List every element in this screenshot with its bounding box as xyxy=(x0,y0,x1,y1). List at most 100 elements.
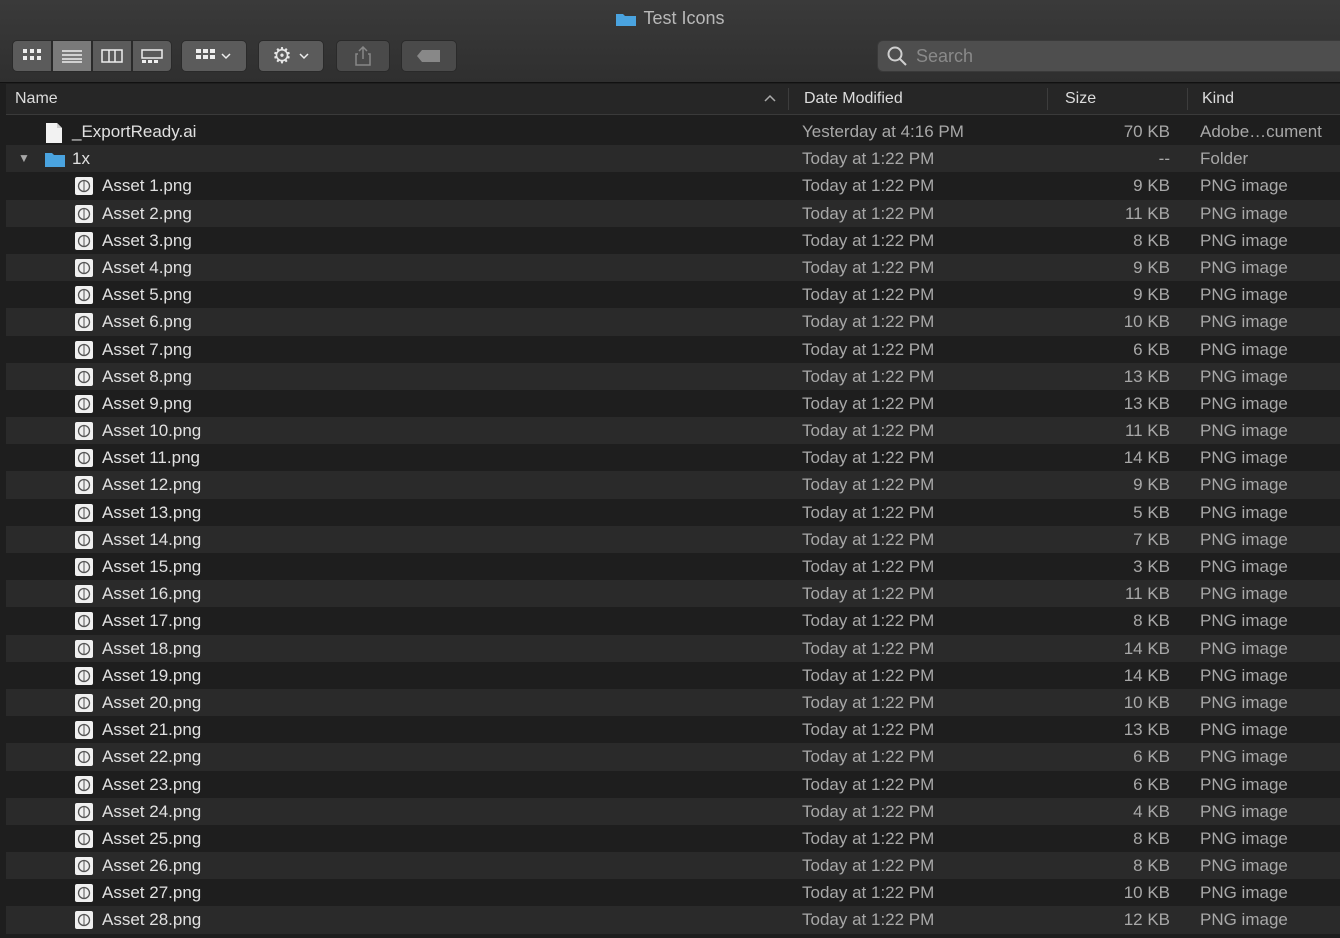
file-size: 7 KB xyxy=(1133,529,1170,549)
column-date-header[interactable]: Date Modified xyxy=(804,90,903,108)
file-size: 8 KB xyxy=(1133,230,1170,250)
file-date-modified: Today at 1:22 PM xyxy=(802,257,935,277)
file-name: Asset 14.png xyxy=(102,529,202,549)
file-name: Asset 25.png xyxy=(102,828,202,848)
list-view-button[interactable] xyxy=(52,40,92,72)
file-row[interactable]: Asset 19.png Today at 1:22 PM 14 KB PNG ima… xyxy=(6,662,1340,689)
file-kind: PNG image xyxy=(1200,339,1288,359)
file-name: Asset 13.png xyxy=(102,502,202,522)
search-field[interactable] xyxy=(877,40,1340,72)
file-kind: PNG image xyxy=(1200,393,1288,413)
file-size: 8 KB xyxy=(1133,611,1170,631)
file-row[interactable]: Asset 5.png Today at 1:22 PM 9 KB PNG image xyxy=(6,281,1340,308)
gallery-icon xyxy=(141,49,163,63)
file-name: Asset 10.png xyxy=(102,421,202,441)
file-kind: PNG image xyxy=(1200,611,1288,631)
column-name-header[interactable]: Name xyxy=(15,90,58,108)
group-by-button[interactable] xyxy=(181,40,247,72)
file-size: 13 KB xyxy=(1123,366,1170,386)
group-grid-icon xyxy=(196,49,231,60)
gear-icon: ⚙ xyxy=(272,43,292,68)
file-row[interactable]: Asset 28.png Today at 1:22 PM 12 KB PNG ima… xyxy=(6,906,1340,934)
file-row[interactable]: Asset 11.png Today at 1:22 PM 14 KB PNG ima… xyxy=(6,444,1340,471)
column-separator[interactable] xyxy=(788,88,789,110)
icon-view-button[interactable] xyxy=(12,40,52,72)
file-row[interactable]: _ExportReady.ai Yesterday at 4:16 PM 70 KB… xyxy=(6,118,1340,145)
file-row[interactable]: Asset 13.png Today at 1:22 PM 5 KB PNG imag… xyxy=(6,499,1340,526)
file-row[interactable]: Asset 3.png Today at 1:22 PM 8 KB PNG image xyxy=(6,227,1340,254)
file-name: Asset 22.png xyxy=(102,747,202,767)
file-kind: PNG image xyxy=(1200,366,1288,386)
file-row[interactable]: Asset 6.png Today at 1:22 PM 10 KB PNG imag… xyxy=(6,308,1340,336)
file-row[interactable]: Asset 1.png Today at 1:22 PM 9 KB PNG image xyxy=(6,172,1340,199)
file-name: Asset 27.png xyxy=(102,883,202,903)
share-button[interactable] xyxy=(336,40,390,72)
file-row[interactable]: Asset 12.png Today at 1:22 PM 9 KB PNG imag… xyxy=(6,471,1340,499)
file-date-modified: Today at 1:22 PM xyxy=(802,421,935,441)
file-name: Asset 4.png xyxy=(102,257,192,277)
file-date-modified: Today at 1:22 PM xyxy=(802,557,935,576)
column-separator[interactable] xyxy=(1047,88,1048,110)
file-date-modified: Today at 1:22 PM xyxy=(802,665,935,685)
file-date-modified: Yesterday at 4:16 PM xyxy=(802,122,964,141)
file-row[interactable]: Asset 8.png Today at 1:22 PM 13 KB PNG imag… xyxy=(6,362,1340,390)
tags-button[interactable] xyxy=(401,40,457,72)
file-row[interactable]: Asset 25.png Today at 1:22 PM 8 KB PNG imag… xyxy=(6,825,1340,852)
file-row[interactable]: Asset 2.png Today at 1:22 PM 11 KB PNG imag… xyxy=(6,199,1340,227)
file-date-modified: Today at 1:22 PM xyxy=(802,312,935,332)
file-name: Asset 12.png xyxy=(102,475,202,495)
file-kind: PNG image xyxy=(1200,828,1288,848)
file-kind: PNG image xyxy=(1200,856,1288,876)
file-kind: PNG image xyxy=(1200,665,1288,685)
window-title: Test Icons xyxy=(0,8,1340,32)
file-row[interactable]: Asset 22.png Today at 1:22 PM 6 KB PNG imag… xyxy=(6,743,1340,771)
file-date-modified: Today at 1:22 PM xyxy=(802,611,935,631)
file-row[interactable]: Asset 27.png Today at 1:22 PM 10 KB PNG ima… xyxy=(6,879,1340,906)
file-size: 5 KB xyxy=(1133,502,1170,522)
column-size-header[interactable]: Size xyxy=(1065,90,1096,108)
file-row[interactable]: Asset 17.png Today at 1:22 PM 8 KB PNG imag… xyxy=(6,607,1340,634)
file-name: Asset 7.png xyxy=(102,339,192,359)
file-name: Asset 18.png xyxy=(102,638,202,658)
file-date-modified: Today at 1:22 PM xyxy=(802,828,935,848)
window-title-text: Test Icons xyxy=(643,8,725,28)
file-kind: PNG image xyxy=(1200,176,1288,196)
column-kind-header[interactable]: Kind xyxy=(1202,90,1234,108)
file-size: 10 KB xyxy=(1123,692,1170,712)
file-row[interactable]: Asset 21.png Today at 1:22 PM 13 KB PNG ima… xyxy=(6,716,1340,743)
file-row[interactable]: Asset 16.png Today at 1:22 PM 11 KB PNG ima… xyxy=(6,580,1340,608)
search-input[interactable] xyxy=(914,44,1318,68)
file-date-modified: Today at 1:22 PM xyxy=(802,883,935,903)
column-view-button[interactable] xyxy=(92,40,132,72)
file-row[interactable]: Asset 26.png Today at 1:22 PM 8 KB PNG imag… xyxy=(6,852,1340,880)
file-row[interactable]: Asset 18.png Today at 1:22 PM 14 KB PNG ima… xyxy=(6,634,1340,662)
file-size: 9 KB xyxy=(1133,257,1170,277)
file-row[interactable]: Asset 9.png Today at 1:22 PM 13 KB PNG imag… xyxy=(6,390,1340,417)
file-row[interactable]: Asset 20.png Today at 1:22 PM 10 KB PNG ima… xyxy=(6,688,1340,717)
file-name: Asset 23.png xyxy=(102,774,202,794)
finder-window: Test Icons ⚙ Search Name Date Modified S… xyxy=(0,0,1340,934)
column-header: Name Date Modified Size Kind xyxy=(6,84,1340,115)
file-name: Asset 16.png xyxy=(102,584,202,604)
file-size: 6 KB xyxy=(1133,774,1170,794)
file-row[interactable]: Asset 7.png Today at 1:22 PM 6 KB PNG image xyxy=(6,336,1340,363)
file-row[interactable]: Asset 23.png Today at 1:22 PM 6 KB PNG imag… xyxy=(6,771,1340,798)
file-date-modified: Today at 1:22 PM xyxy=(802,176,935,196)
file-date-modified: Today at 1:22 PM xyxy=(802,774,935,794)
file-kind: PNG image xyxy=(1200,312,1288,332)
gallery-view-button[interactable] xyxy=(132,40,172,72)
column-separator[interactable] xyxy=(1187,88,1188,110)
file-row[interactable]: ▼ 1x Today at 1:22 PM -- Folder xyxy=(6,145,1340,173)
file-row[interactable]: Asset 10.png Today at 1:22 PM 11 KB PNG ima… xyxy=(6,417,1340,445)
file-kind: PNG image xyxy=(1200,747,1288,767)
file-row[interactable]: Asset 24.png Today at 1:22 PM 4 KB PNG imag… xyxy=(6,797,1340,825)
file-row[interactable]: Asset 15.png Today at 1:22 PM 3 KB PNG imag… xyxy=(6,553,1340,580)
file-kind: PNG image xyxy=(1200,584,1288,604)
file-name: _ExportReady.ai xyxy=(72,122,197,141)
disclosure-triangle-icon[interactable]: ▼ xyxy=(18,145,30,172)
file-date-modified: Today at 1:22 PM xyxy=(802,339,935,359)
file-row[interactable]: Asset 14.png Today at 1:22 PM 7 KB PNG imag… xyxy=(6,525,1340,553)
file-name: 1x xyxy=(72,149,90,169)
action-menu-button[interactable]: ⚙ xyxy=(258,40,324,72)
file-row[interactable]: Asset 4.png Today at 1:22 PM 9 KB PNG image xyxy=(6,253,1340,282)
